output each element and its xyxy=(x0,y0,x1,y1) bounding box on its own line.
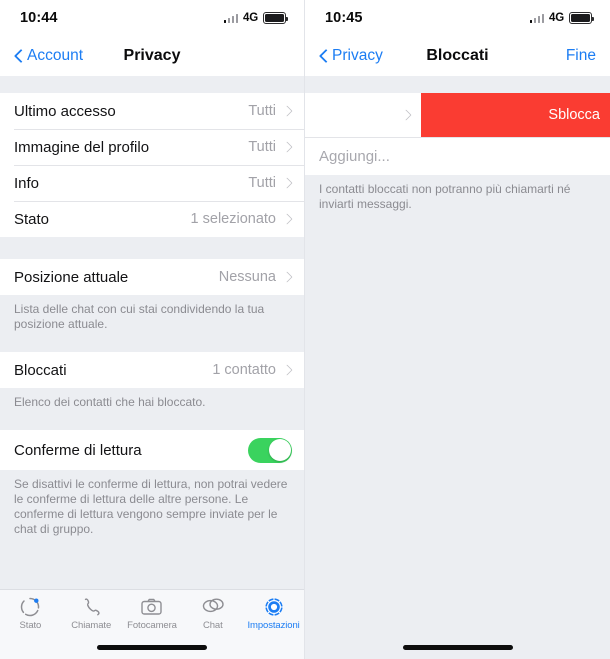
right-status-bar: 10:45 4G xyxy=(305,0,610,36)
home-indicator[interactable] xyxy=(402,645,513,650)
blocked-contacts-group: Sblocca Aggiungi... xyxy=(305,93,610,175)
privacy-visibility-group: Ultimo accesso Tutti Immagine del profil… xyxy=(0,93,304,237)
right-home-indicator-area xyxy=(305,636,610,659)
tab-label: Stato xyxy=(19,620,42,631)
tab-chat[interactable]: Chat xyxy=(182,595,243,631)
row-ultimo-accesso[interactable]: Ultimo accesso Tutti xyxy=(0,93,304,129)
row-label: Ultimo accesso xyxy=(14,102,116,120)
phone-icon xyxy=(80,595,102,618)
tab-chiamate[interactable]: Chiamate xyxy=(61,595,122,631)
battery-full-icon xyxy=(569,12,594,24)
back-to-privacy-button[interactable]: Privacy xyxy=(319,47,383,65)
tab-fotocamera[interactable]: Fotocamera xyxy=(122,595,183,631)
done-button[interactable]: Fine xyxy=(566,47,596,65)
right-network-label: 4G xyxy=(549,12,564,24)
tab-label: Impostazioni xyxy=(247,620,300,631)
left-status-time: 10:44 xyxy=(20,10,58,26)
row-stato[interactable]: Stato 1 selezionato xyxy=(0,201,304,237)
blocked-contact-row-swiped[interactable]: Sblocca xyxy=(305,93,610,137)
top-spacer xyxy=(0,76,304,93)
chevron-right-icon xyxy=(402,108,411,122)
row-immagine-del-profilo[interactable]: Immagine del profilo Tutti xyxy=(0,129,304,165)
gear-icon xyxy=(263,595,285,618)
tab-stato[interactable]: Stato xyxy=(0,595,61,631)
row-value: 1 contatto xyxy=(212,362,276,378)
left-nav-bar: Account Privacy xyxy=(0,36,304,76)
row-bloccati[interactable]: Bloccati 1 contatto xyxy=(0,352,304,388)
back-to-account-button[interactable]: Account xyxy=(14,47,83,65)
conferme-di-lettura-group: Conferme di lettura xyxy=(0,430,304,470)
left-tab-bar: Stato Chiamate Fotocamera Chat Impostazi… xyxy=(0,589,304,636)
posizione-attuale-group: Posizione attuale Nessuna xyxy=(0,259,304,295)
chevron-right-icon xyxy=(283,270,292,284)
conferme-di-lettura-footnote: Se disattivi le conferme di lettura, non… xyxy=(14,477,288,536)
read-receipts-toggle[interactable] xyxy=(248,437,292,463)
right-nav-bar: Privacy Bloccati Fine xyxy=(305,36,610,76)
right-status-indicators: 4G xyxy=(529,12,594,24)
chevron-right-icon xyxy=(283,212,292,226)
left-status-bar: 10:44 4G xyxy=(0,0,304,36)
row-value: Tutti xyxy=(248,175,276,191)
chevron-right-icon xyxy=(283,176,292,190)
blocked-contacts-footnote: I contatti bloccati non potranno più chi… xyxy=(319,182,571,211)
row-label: Posizione attuale xyxy=(14,268,129,286)
row-value: Tutti xyxy=(248,139,276,155)
add-contact-row[interactable]: Aggiungi... xyxy=(305,137,610,175)
tab-impostazioni[interactable]: Impostazioni xyxy=(243,595,304,631)
row-label: Immagine del profilo xyxy=(14,138,150,156)
row-label: Stato xyxy=(14,210,50,228)
right-status-time: 10:45 xyxy=(325,10,363,26)
left-home-indicator-area xyxy=(0,636,304,659)
cellular-signal-icon xyxy=(223,13,239,23)
chat-bubbles-icon xyxy=(201,595,225,618)
chevron-left-icon xyxy=(319,47,330,65)
dual-screenshot-container: 10:44 4G Account Privacy Ultimo accesso … xyxy=(0,0,610,659)
chevron-right-icon xyxy=(283,363,292,377)
row-info[interactable]: Info Tutti xyxy=(0,165,304,201)
row-value: Tutti xyxy=(248,103,276,119)
back-button-label: Privacy xyxy=(332,47,383,64)
chevron-right-icon xyxy=(283,104,292,118)
row-conferme-di-lettura[interactable]: Conferme di lettura xyxy=(0,430,304,470)
posizione-attuale-footnote: Lista delle chat con cui stai condividen… xyxy=(14,302,265,331)
row-value: Nessuna xyxy=(218,269,276,285)
bloccati-footnote: Elenco dei contatti che hai bloccato. xyxy=(14,395,206,409)
left-status-indicators: 4G xyxy=(223,12,288,24)
top-spacer xyxy=(305,76,610,93)
left-network-label: 4G xyxy=(243,12,258,24)
camera-icon xyxy=(140,595,163,618)
cellular-signal-icon xyxy=(529,13,545,23)
tab-label: Chiamate xyxy=(71,620,112,631)
unblock-button-label: Sblocca xyxy=(548,107,600,123)
battery-full-icon xyxy=(263,12,288,24)
right-phone-screen-bloccati: 10:45 4G Privacy Bloccati Fine Sblocca A… xyxy=(305,0,610,659)
home-indicator[interactable] xyxy=(97,645,207,650)
bloccati-group: Bloccati 1 contatto xyxy=(0,352,304,388)
right-content-scroll[interactable]: Sblocca Aggiungi... I contatti bloccati … xyxy=(305,76,610,636)
row-label: Info xyxy=(14,174,40,192)
toggle-knob xyxy=(268,439,291,461)
add-contact-placeholder: Aggiungi... xyxy=(319,148,390,165)
row-posizione-attuale[interactable]: Posizione attuale Nessuna xyxy=(0,259,304,295)
left-phone-screen-privacy: 10:44 4G Account Privacy Ultimo accesso … xyxy=(0,0,305,659)
chevron-right-icon xyxy=(283,140,292,154)
row-label: Conferme di lettura xyxy=(14,441,142,459)
row-label: Bloccati xyxy=(14,361,67,379)
back-button-label: Account xyxy=(27,47,84,64)
tab-label: Chat xyxy=(202,620,223,631)
chevron-left-icon xyxy=(14,47,25,65)
unblock-button[interactable]: Sblocca xyxy=(421,93,610,137)
status-ring-icon xyxy=(19,595,41,618)
row-value: 1 selezionato xyxy=(190,211,276,227)
blocked-contact-row-content[interactable] xyxy=(305,93,421,137)
tab-label: Fotocamera xyxy=(127,620,177,631)
left-content-scroll[interactable]: Ultimo accesso Tutti Immagine del profil… xyxy=(0,76,304,589)
